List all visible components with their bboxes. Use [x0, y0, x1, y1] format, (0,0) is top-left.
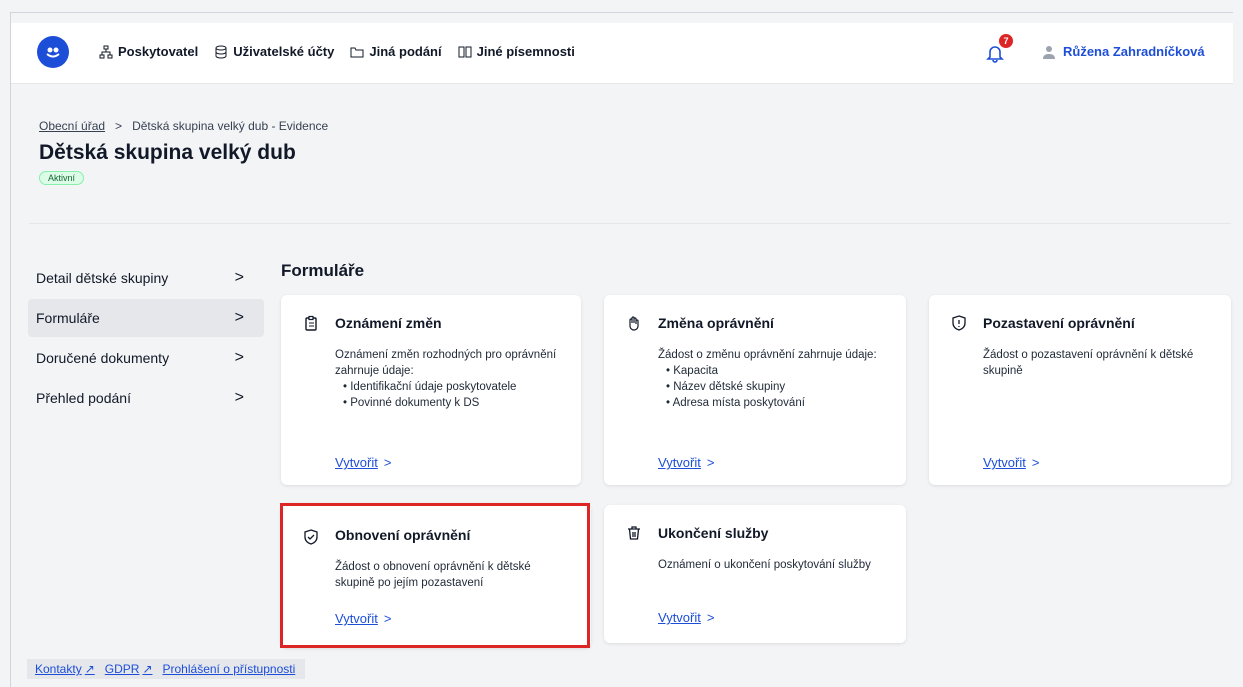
create-link[interactable]: Vytvořit > — [335, 611, 391, 626]
chevron-right-icon: > — [383, 611, 392, 626]
user-name: Růžena Zahradníčková — [1063, 44, 1205, 59]
database-icon — [215, 45, 227, 59]
card-desc-text: Oznámení o ukončení poskytování služby — [658, 559, 871, 571]
section-title: Formuláře — [281, 261, 365, 280]
folder-icon — [350, 47, 364, 57]
chevron-right-icon: > — [234, 389, 244, 406]
footer-link-label: Prohlášení o přístupnosti — [162, 662, 296, 676]
sidebar-item-label: Doručené dokumenty — [36, 350, 170, 366]
card-description: Oznámení změn rozhodných pro oprávnění z… — [335, 347, 565, 411]
external-link-icon: ↗ — [142, 662, 153, 676]
trash-icon — [628, 526, 640, 540]
card-title: Obnovení oprávnění — [335, 527, 471, 543]
top-navigation-bar: Poskytovatel Uživatelské účty Jiná podán… — [11, 23, 1233, 84]
footer-link-pristupnost[interactable]: Prohlášení o přístupnosti — [163, 662, 296, 676]
card-bullets: Identifikační údaje poskytovatele Povinn… — [335, 379, 565, 411]
create-link-label: Vytvořit — [658, 455, 701, 470]
footer-link-label: GDPR — [104, 662, 140, 676]
footer-link-label: Kontakty — [35, 662, 82, 676]
nav-label: Jiné písemnosti — [476, 44, 575, 59]
book-icon — [458, 46, 472, 57]
bullet-item: Název dětské skupiny — [666, 379, 888, 395]
chevron-right-icon: > — [234, 349, 244, 366]
org-chart-icon — [99, 45, 113, 58]
nav-uzivatelske-ucty[interactable]: Uživatelské účty — [214, 44, 334, 59]
shield-check-icon — [304, 529, 318, 545]
chevron-right-icon: > — [383, 455, 392, 470]
card-desc-text: Žádost o pozastavení oprávnění k dětské … — [983, 349, 1194, 377]
create-link-label: Vytvořit — [335, 611, 378, 626]
chevron-right-icon: > — [1031, 455, 1040, 470]
nav-label: Jiná podání — [369, 44, 442, 59]
chevron-right-icon: > — [234, 309, 244, 326]
create-link[interactable]: Vytvořit > — [983, 455, 1039, 470]
card-oznameni-zmen: Oznámení změn Oznámení změn rozhodných p… — [281, 295, 581, 485]
chevron-right-icon: > — [706, 455, 715, 470]
create-link-label: Vytvořit — [335, 455, 378, 470]
footer-links: Kontakty ↗ GDPR ↗ Prohlášení o přístupnost… — [27, 659, 306, 679]
notification-badge: 7 — [999, 34, 1013, 48]
card-desc-text: Žádost o obnovení oprávnění k dětské sku… — [335, 561, 531, 589]
user-menu[interactable]: Růžena Zahradníčková — [1043, 44, 1205, 59]
breadcrumb-separator: > — [115, 119, 123, 133]
bullet-item: Kapacita — [666, 363, 888, 379]
card-ukonceni-sluzby: Ukončení služby Oznámení o ukončení posk… — [604, 505, 906, 643]
card-title: Ukončení služby — [658, 525, 769, 541]
card-obnoveni-opravneni: Obnovení oprávnění Žádost o obnovení opr… — [281, 503, 591, 648]
status-badge: Aktivní — [39, 171, 85, 185]
page-title: Dětská skupina velký dub — [39, 141, 296, 164]
card-zmena-opravneni: Změna oprávnění Žádost o změnu oprávnění… — [604, 295, 906, 485]
sidebar-item-label: Formuláře — [36, 310, 100, 326]
bullet-item: Adresa místa poskytování — [666, 395, 888, 411]
main-nav: Poskytovatel Uživatelské účty Jiná podán… — [99, 44, 575, 59]
sidebar-item-prehled-podani[interactable]: Přehled podání > — [28, 379, 264, 417]
clipboard-icon — [305, 315, 317, 331]
breadcrumb-root-link[interactable]: Obecní úřad — [39, 119, 105, 133]
card-desc-text: Žádost o změnu oprávnění zahrnuje údaje: — [658, 349, 877, 361]
external-link-icon: ↗ — [84, 662, 95, 676]
sidebar-item-label: Detail dětské skupiny — [36, 270, 169, 286]
hand-icon — [629, 316, 639, 331]
side-navigation: Detail dětské skupiny > Formuláře > Doru… — [28, 259, 264, 419]
footer-link-kontakty[interactable]: Kontakty ↗ — [35, 662, 95, 676]
shield-alert-icon — [952, 315, 966, 331]
breadcrumb: Obecní úřad > Dětská skupina velký dub -… — [39, 119, 328, 133]
divider — [29, 223, 1231, 224]
sidebar-item-formulare[interactable]: Formuláře > — [28, 299, 264, 337]
rocking-horse-icon — [46, 47, 60, 58]
footer-link-gdpr[interactable]: GDPR ↗ — [105, 662, 153, 676]
nav-label: Uživatelské účty — [233, 44, 335, 59]
user-avatar-icon — [1043, 45, 1055, 59]
create-link-label: Vytvořit — [658, 610, 701, 625]
chevron-right-icon: > — [706, 610, 715, 625]
card-desc-text: Oznámení změn rozhodných pro oprávnění z… — [335, 349, 557, 377]
card-title: Oznámení změn — [335, 315, 442, 331]
app-logo[interactable] — [37, 36, 69, 68]
create-link[interactable]: Vytvořit > — [658, 610, 714, 625]
create-link[interactable]: Vytvořit > — [335, 455, 391, 470]
bullet-item: Povinné dokumenty k DS — [343, 395, 565, 411]
nav-label: Poskytovatel — [118, 44, 199, 59]
sidebar-item-label: Přehled podání — [36, 390, 131, 406]
card-description: Oznámení o ukončení poskytování služby — [658, 557, 888, 573]
sidebar-item-detail[interactable]: Detail dětské skupiny > — [28, 259, 264, 297]
card-title: Změna oprávnění — [658, 315, 774, 331]
card-description: Žádost o změnu oprávnění zahrnuje údaje:… — [658, 347, 888, 411]
bullet-item: Identifikační údaje poskytovatele — [343, 379, 565, 395]
sidebar-item-dorucene-dokumenty[interactable]: Doručené dokumenty > — [28, 339, 264, 377]
nav-jine-pisemnosti[interactable]: Jiné písemnosti — [458, 44, 575, 59]
breadcrumb-current: Dětská skupina velký dub - Evidence — [132, 119, 329, 133]
app-window: Poskytovatel Uživatelské účty Jiná podán… — [10, 12, 1233, 687]
nav-jina-podani[interactable]: Jiná podání — [350, 44, 442, 59]
card-description: Žádost o pozastavení oprávnění k dětské … — [983, 347, 1213, 379]
card-description: Žádost o obnovení oprávnění k dětské sku… — [335, 559, 565, 591]
create-link-label: Vytvořit — [983, 455, 1026, 470]
nav-poskytovatel[interactable]: Poskytovatel — [99, 44, 198, 59]
card-pozastaveni-opravneni: Pozastavení oprávnění Žádost o pozastave… — [929, 295, 1231, 485]
chevron-right-icon: > — [234, 269, 244, 286]
card-title: Pozastavení oprávnění — [983, 315, 1135, 331]
create-link[interactable]: Vytvořit > — [658, 455, 714, 470]
card-bullets: Kapacita Název dětské skupiny Adresa mís… — [658, 363, 888, 411]
